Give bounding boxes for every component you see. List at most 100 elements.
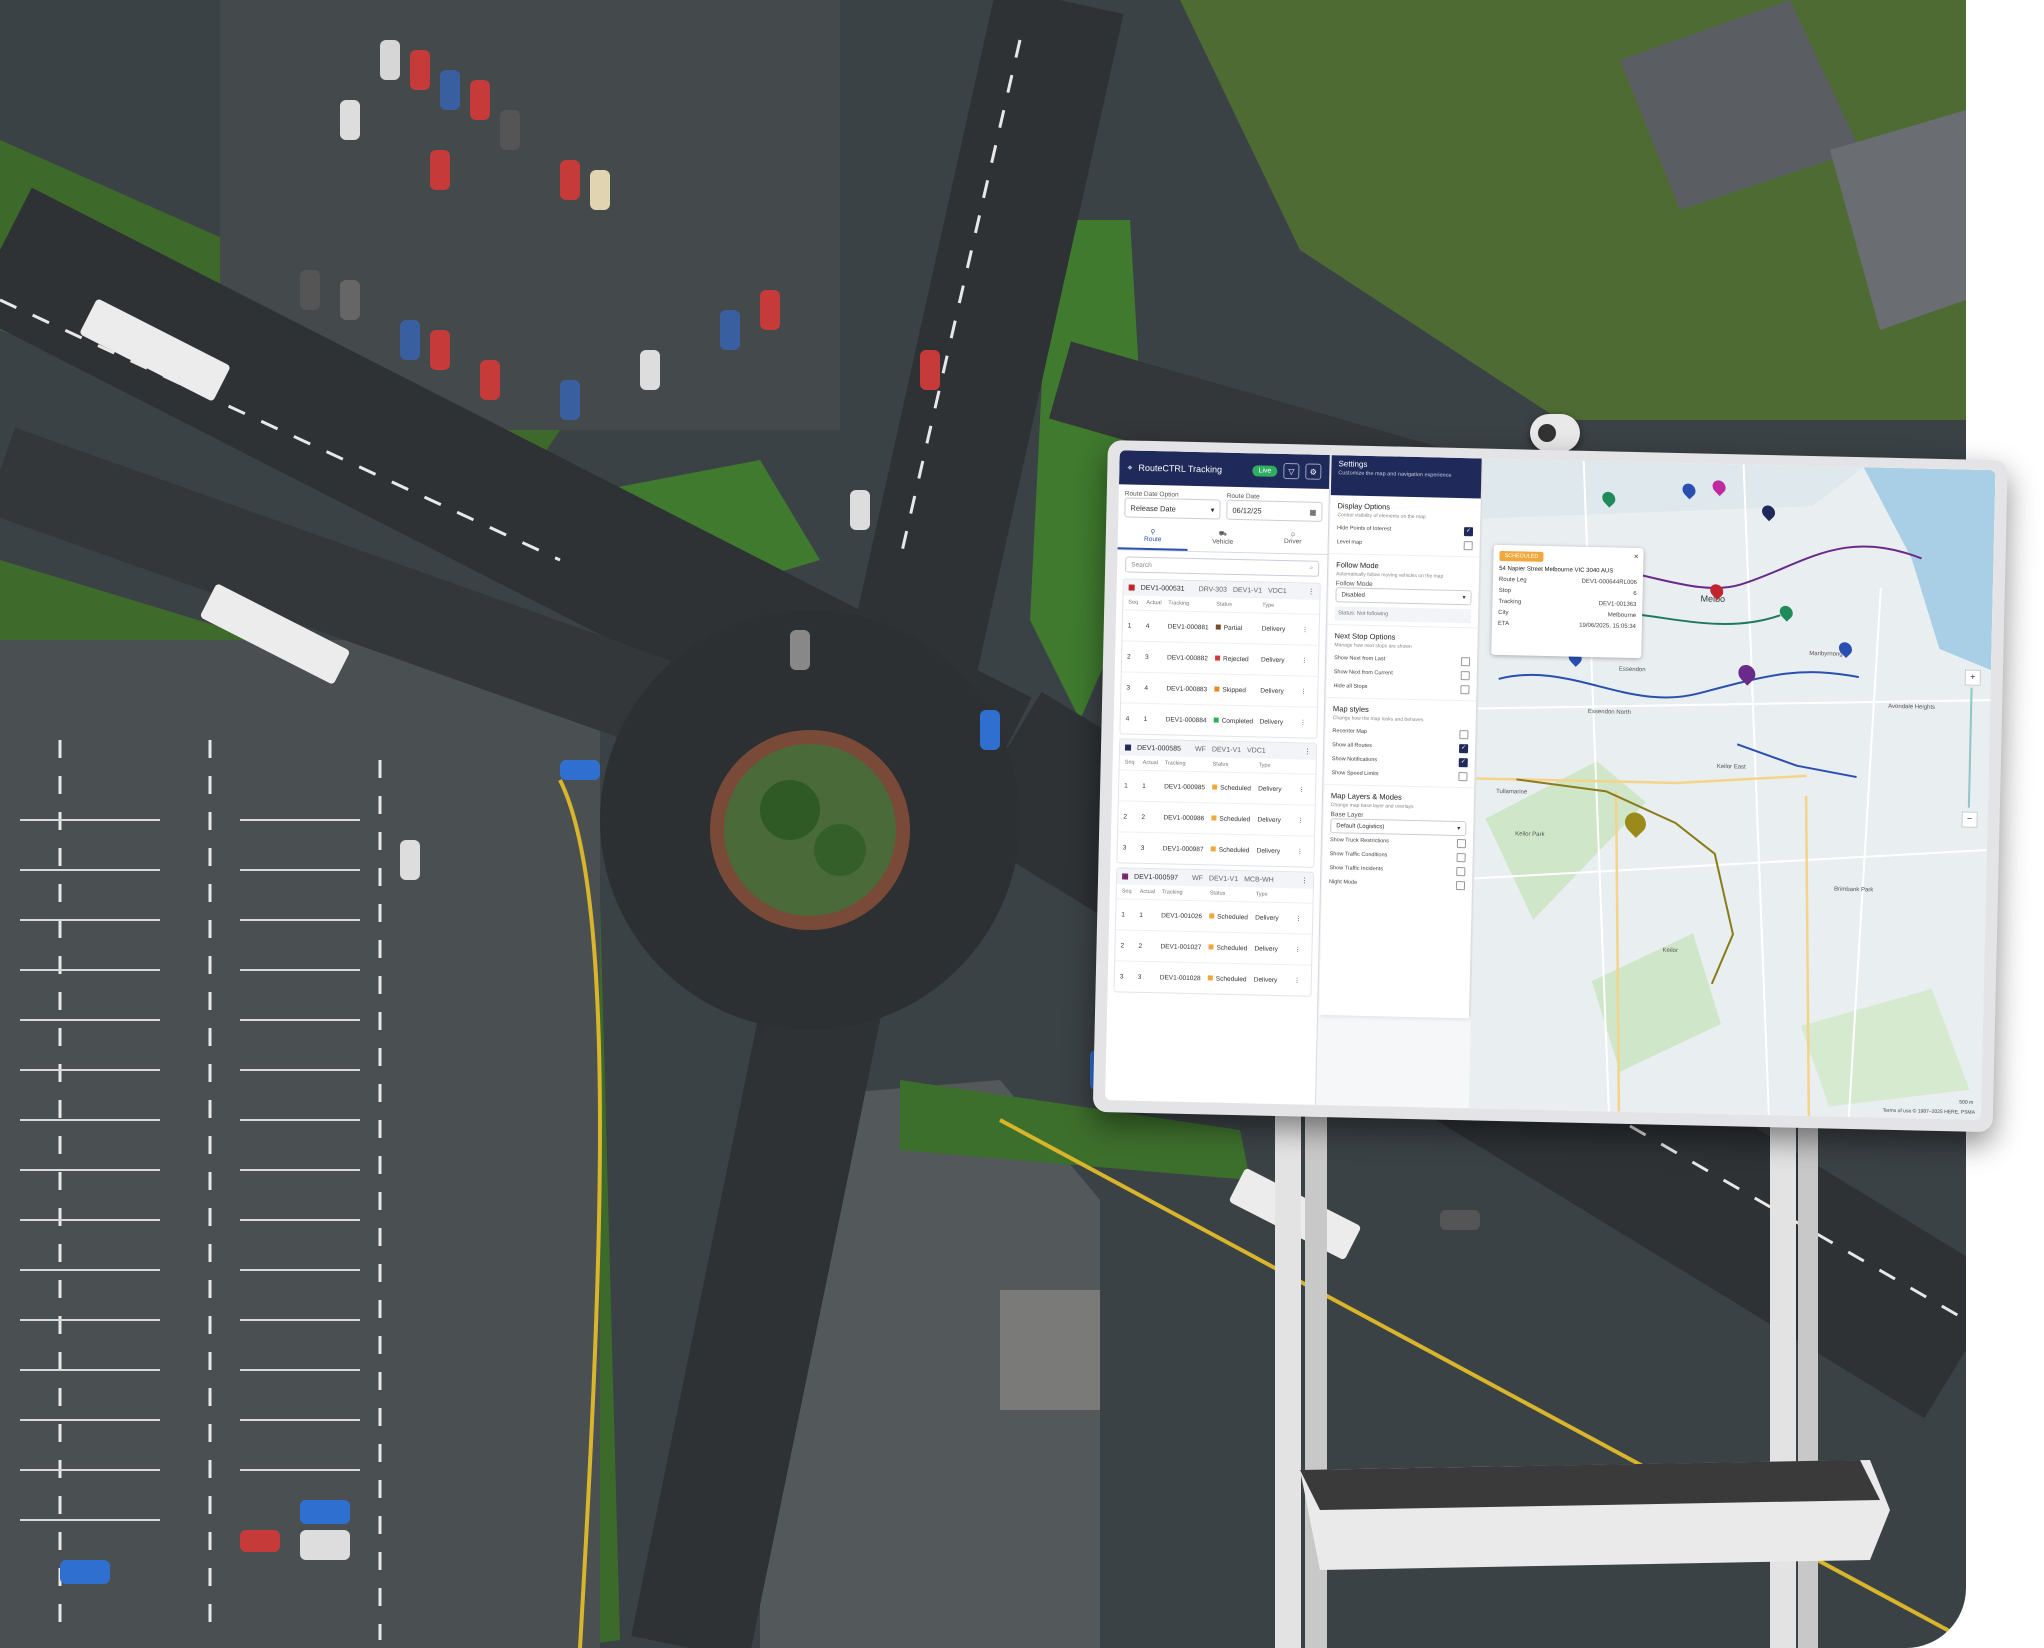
stop-row[interactable]: 2 2 DEV1-000986 Scheduled Delivery ⋮: [1118, 800, 1315, 836]
status-dot: [1212, 783, 1218, 790]
more-icon[interactable]: ⋮: [1301, 656, 1308, 664]
stop-tracking: DEV1-000884: [1165, 715, 1207, 724]
stop-type: Delivery: [1253, 975, 1278, 984]
more-icon[interactable]: ⋮: [1297, 847, 1304, 855]
stop-seq: 3: [1122, 843, 1127, 852]
more-icon[interactable]: ⋮: [1302, 625, 1309, 633]
more-icon[interactable]: ⋮: [1300, 718, 1307, 726]
stop-type: Delivery: [1259, 718, 1284, 726]
route-group[interactable]: DEV1-000585 WF DEV1-V1 VDC1 ⋮ Seq Actual…: [1116, 738, 1318, 868]
follow-mode-select[interactable]: Disabled ▾: [1335, 587, 1472, 606]
stop-status: Scheduled: [1219, 815, 1251, 823]
stop-tracking: DEV1-000881: [1167, 622, 1209, 631]
col-status: Status: [1209, 890, 1226, 897]
tab-route[interactable]: ⚲ Route: [1117, 523, 1189, 551]
section-desc: Change map base layer and overlays: [1330, 802, 1414, 811]
option-label: Show Speed Limits: [1331, 770, 1379, 778]
option-label: Show Truck Restrictions: [1329, 837, 1390, 845]
more-icon[interactable]: ⋮: [1297, 816, 1304, 824]
option-speed-limits[interactable]: Show Speed Limits: [1331, 766, 1468, 783]
stop-row[interactable]: 3 4 DEV1-000883 Skipped Delivery ⋮: [1121, 671, 1318, 707]
live-toggle[interactable]: Live: [1252, 464, 1278, 477]
follow-mode-section: Follow Mode Automatically follow moving …: [1327, 554, 1480, 629]
checkbox[interactable]: [1460, 670, 1470, 680]
next-stop-section: Next Stop Options Manage how next stops …: [1326, 625, 1478, 702]
chevron-down-icon: ▾: [1457, 826, 1461, 833]
col-type: Type: [1262, 602, 1275, 609]
checkbox[interactable]: ✓: [1463, 526, 1474, 536]
option-night-mode[interactable]: Night Mode: [1328, 875, 1466, 892]
col-seq: Seq: [1121, 888, 1132, 895]
map-view[interactable]: Melbo Essendon Keilor East Tullamarine K…: [1468, 458, 1996, 1120]
option-hide-all-stops[interactable]: Hide all Stops: [1333, 679, 1470, 696]
stop-tracking: DEV1-000987: [1162, 844, 1204, 853]
tab-vehicle-label: Vehicle: [1212, 538, 1234, 546]
stop-row[interactable]: 4 1 DEV1-000884 Completed Delivery ⋮: [1120, 702, 1318, 738]
route-id: DEV1-000597: [1134, 873, 1179, 882]
zoom-slider[interactable]: [1967, 687, 1973, 808]
checkbox[interactable]: ✓: [1458, 757, 1468, 767]
more-icon[interactable]: ⋮: [1308, 588, 1315, 596]
stop-seq: 2: [1120, 941, 1125, 949]
route-date-input[interactable]: 06/12/25 ▦: [1226, 499, 1323, 522]
route-group[interactable]: DEV1-000597 WF DEV1-V1 MCB-WH ⋮ Seq Actu…: [1113, 867, 1315, 997]
stop-row[interactable]: 1 1 DEV1-000985 Scheduled Delivery ⋮: [1118, 769, 1316, 805]
checkbox[interactable]: [1459, 729, 1469, 739]
option-level-map[interactable]: Level map: [1337, 535, 1473, 552]
stop-actual: 2: [1141, 813, 1146, 821]
stop-status: Scheduled: [1217, 913, 1249, 921]
route-group[interactable]: DEV1-000531 DRV-303 DEV1-V1 VDC1 ⋮ Seq A…: [1119, 578, 1321, 739]
checkbox[interactable]: [1456, 838, 1467, 848]
tab-driver[interactable]: ☺ Driver: [1257, 526, 1328, 554]
base-layer-value: Default (Logistics): [1336, 822, 1385, 830]
app-header: ⌖ RouteCTRL Tracking Live ▽ ⚙: [1118, 450, 1330, 490]
more-icon[interactable]: ⋮: [1295, 914, 1302, 922]
col-type: Type: [1258, 762, 1271, 769]
stop-row[interactable]: 2 2 DEV1-001027 Scheduled Delivery ⋮: [1115, 929, 1312, 965]
more-icon[interactable]: ⋮: [1301, 876, 1308, 884]
checkbox[interactable]: ✓: [1458, 743, 1469, 753]
option-label: Show Traffic Incidents: [1329, 865, 1384, 873]
more-icon[interactable]: ⋮: [1294, 945, 1301, 953]
stop-row[interactable]: 3 3 DEV1-000987 Scheduled Delivery ⋮: [1117, 831, 1315, 867]
location-pin-icon: ⌖: [1127, 461, 1133, 473]
search-input[interactable]: Search ⌕: [1125, 556, 1320, 577]
route-list-panel: ⌖ RouteCTRL Tracking Live ▽ ⚙ Route Date…: [1105, 450, 1331, 1105]
stop-status: Scheduled: [1216, 944, 1248, 952]
gear-icon[interactable]: ⚙: [1305, 463, 1322, 480]
stop-row[interactable]: 2 3 DEV1-000882 Rejected Delivery ⋮: [1121, 640, 1319, 676]
stop-type: Delivery: [1255, 913, 1279, 922]
col-status: Status: [1216, 601, 1232, 608]
section-desc: Control visibility of elements on the ma…: [1337, 512, 1426, 521]
webcam: [1530, 414, 1580, 452]
checkbox[interactable]: [1463, 540, 1473, 550]
zoom-out-button[interactable]: −: [1961, 811, 1978, 828]
stop-row[interactable]: 3 3 DEV1-001028 Scheduled Delivery ⋮: [1114, 960, 1312, 996]
checkbox[interactable]: [1456, 852, 1466, 862]
option-label: Night Mode: [1328, 879, 1358, 886]
checkbox[interactable]: [1456, 866, 1466, 876]
more-icon[interactable]: ⋮: [1300, 687, 1307, 695]
tab-vehicle[interactable]: ⛟ Vehicle: [1188, 525, 1259, 553]
route-date-option-select[interactable]: Release Date ▾: [1124, 497, 1221, 520]
close-icon[interactable]: ×: [1634, 552, 1639, 561]
status-dot: [1208, 943, 1214, 950]
zoom-in-button[interactable]: +: [1964, 669, 1982, 686]
filter-icon[interactable]: ▽: [1283, 462, 1300, 480]
checkbox[interactable]: [1455, 880, 1466, 890]
stop-row[interactable]: 1 1 DEV1-001026 Scheduled Delivery ⋮: [1115, 898, 1313, 934]
route-depot: MCB-WH: [1244, 875, 1274, 884]
checkbox[interactable]: [1460, 656, 1471, 666]
popup-label: Tracking: [1498, 598, 1522, 606]
more-icon[interactable]: ⋮: [1304, 748, 1311, 756]
more-icon[interactable]: ⋮: [1294, 976, 1301, 984]
route-vehicle: DEV1-V1: [1208, 874, 1239, 883]
chevron-down-icon: ▾: [1462, 595, 1466, 602]
stop-row[interactable]: 1 4 DEV1-000881 Partial Delivery ⋮: [1122, 609, 1320, 645]
checkbox[interactable]: [1460, 684, 1470, 694]
checkbox[interactable]: [1458, 771, 1468, 781]
more-icon[interactable]: ⋮: [1298, 785, 1305, 793]
col-seq: Seq: [1128, 599, 1139, 606]
section-title: Follow Mode: [1336, 560, 1379, 571]
col-status: Status: [1212, 761, 1229, 768]
